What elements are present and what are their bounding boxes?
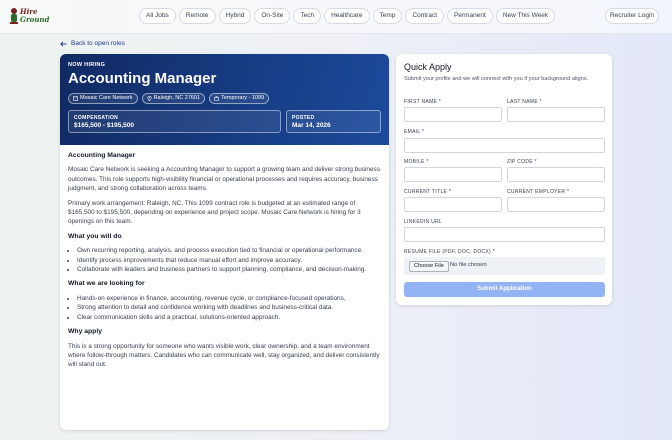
briefcase-icon xyxy=(214,96,219,101)
back-link-label: Back to open roles xyxy=(71,40,125,47)
quick-apply-subtitle: Submit your profile and we will connect … xyxy=(404,76,589,82)
now-hiring-label: NOW HIRING xyxy=(68,62,106,68)
email-label: EMAIL * xyxy=(404,129,425,135)
nav-permanent[interactable]: Permanent xyxy=(447,8,493,24)
nav-healthcare[interactable]: Healthcare xyxy=(324,8,370,24)
current-employer-label: CURRENT EMPLOYER * xyxy=(507,189,570,195)
logo-mark-icon xyxy=(10,8,18,24)
zip-code-input[interactable] xyxy=(507,167,605,182)
nav-temp[interactable]: Temp xyxy=(372,8,403,24)
posted-label: POSTED xyxy=(292,115,315,121)
back-to-roles-link[interactable]: Back to open roles xyxy=(60,40,125,47)
why-apply-heading: Why apply xyxy=(68,328,102,336)
compensation-value: $165,500 - $195,500 xyxy=(74,122,134,129)
email-input[interactable] xyxy=(404,138,605,153)
work-arrangement: Primary work arrangement: Raleigh, NC. T… xyxy=(68,199,361,226)
current-title-input[interactable] xyxy=(404,197,502,212)
list-item: Clear communication skills and a practic… xyxy=(77,313,381,322)
nav-all-jobs[interactable]: All Jobs xyxy=(139,8,176,24)
nav-contract[interactable]: Contract xyxy=(405,8,445,24)
first-name-input[interactable] xyxy=(404,107,502,122)
posted-box: POSTED Mar 14, 2026 xyxy=(286,110,381,133)
compensation-box: COMPENSATION $165,500 - $195,500 xyxy=(68,110,281,133)
company-name: Mosaic Care Network xyxy=(80,95,133,101)
responsibilities-list: Own recurring reporting, analysis, and p… xyxy=(68,246,381,274)
list-item: Identify process improvements that reduc… xyxy=(77,256,381,265)
submit-application-button[interactable]: Submit Application xyxy=(404,282,605,297)
list-item: Strong attention to detail and confidenc… xyxy=(77,303,381,312)
requirements-list: Hands-on experience in finance, accounti… xyxy=(68,294,381,322)
location-chip: Raleigh, NC 27601 xyxy=(141,93,206,104)
site-logo[interactable]: Hire Ground xyxy=(8,5,50,29)
list-item: Hands-on experience in finance, accounti… xyxy=(77,294,381,303)
nav-remote[interactable]: Remote xyxy=(178,8,216,24)
current-title-label: CURRENT TITLE * xyxy=(404,189,452,195)
zip-code-label: ZIP CODE * xyxy=(507,159,537,165)
description-title: Accounting Manager xyxy=(68,152,136,159)
nav-hybrid[interactable]: Hybrid xyxy=(218,8,252,24)
job-title: Accounting Manager xyxy=(68,70,217,87)
current-employer-input[interactable] xyxy=(507,197,605,212)
last-name-label: LAST NAME * xyxy=(507,99,542,105)
job-hero: NOW HIRING Accounting Manager Mosaic Car… xyxy=(60,54,389,145)
resume-label: RESUME FILE (PDF, DOC, DOCX) * xyxy=(404,249,495,255)
linkedin-label: LINKEDIN URL xyxy=(404,219,443,225)
quick-apply-card: Quick Apply Submit your profile and we w… xyxy=(396,54,612,305)
job-meta-chips: Mosaic Care Network Raleigh, NC 27601 Te… xyxy=(68,93,270,104)
why-apply-text: This is a strong opportunity for someone… xyxy=(68,342,380,369)
building-icon xyxy=(73,96,78,101)
linkedin-input[interactable] xyxy=(404,227,605,242)
compensation-label: COMPENSATION xyxy=(74,115,119,121)
job-location: Raleigh, NC 27601 xyxy=(153,95,201,101)
first-name-label: FIRST NAME * xyxy=(404,99,442,105)
job-description: Accounting Manager Mosaic Care Network i… xyxy=(68,151,381,375)
responsibilities-heading: What you will do xyxy=(68,232,122,240)
list-item: Collaborate with leaders and business pa… xyxy=(77,265,381,274)
nav-on-site[interactable]: On-Site xyxy=(254,8,291,24)
list-item: Own recurring reporting, analysis, and p… xyxy=(77,246,381,255)
arrow-left-icon xyxy=(60,40,67,47)
mobile-label: MOBILE * xyxy=(404,159,429,165)
file-status: No file chosen xyxy=(450,262,487,268)
top-nav-bar: Hire Ground All Jobs Remote Hybrid On-Si… xyxy=(0,0,672,34)
job-details-card: NOW HIRING Accounting Manager Mosaic Car… xyxy=(60,54,389,430)
employment-type: Temporary - 1099 xyxy=(221,95,265,101)
recruiter-login-button[interactable]: Recruiter Login xyxy=(605,8,659,24)
company-chip: Mosaic Care Network xyxy=(68,93,138,104)
last-name-input[interactable] xyxy=(507,107,605,122)
quick-apply-title: Quick Apply xyxy=(404,62,452,72)
location-pin-icon xyxy=(147,96,152,101)
nav-tech[interactable]: Tech xyxy=(293,8,322,24)
resume-file-input[interactable]: Choose File No file chosen xyxy=(404,257,605,275)
description-intro: Mosaic Care Network is seeking a Account… xyxy=(68,166,380,193)
requirements-heading: What we are looking for xyxy=(68,280,145,288)
mobile-input[interactable] xyxy=(404,167,502,182)
logo-text-line2: Ground xyxy=(20,15,50,24)
posted-value: Mar 14, 2026 xyxy=(292,122,331,129)
employment-type-chip: Temporary - 1099 xyxy=(209,93,270,104)
nav-new-this-week[interactable]: New This Week xyxy=(495,8,556,24)
choose-file-button[interactable]: Choose File xyxy=(409,261,449,272)
category-nav: All Jobs Remote Hybrid On-Site Tech Heal… xyxy=(139,8,556,24)
